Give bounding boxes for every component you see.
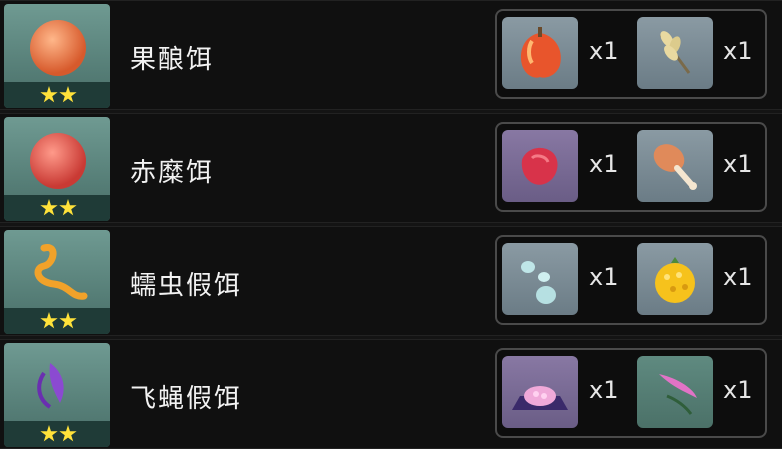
materials-panel: x1 x1	[495, 348, 767, 438]
fly-lure-icon	[37, 363, 64, 409]
pink-feather-icon	[659, 374, 697, 415]
star-icon	[40, 199, 58, 216]
orange-ball-icon	[30, 20, 86, 76]
material-qty: x1	[723, 150, 753, 178]
material-slot[interactable]	[637, 130, 713, 202]
material-qty: x1	[723, 376, 753, 404]
material-qty: x1	[589, 150, 619, 178]
bait-name: 飞蝇假饵	[130, 384, 243, 414]
material-slot[interactable]	[502, 243, 578, 315]
material-slot[interactable]	[637, 243, 713, 315]
star-icon	[40, 312, 58, 329]
worm-icon	[34, 244, 88, 300]
crystal-flower-icon	[512, 386, 568, 410]
star-icon	[59, 312, 77, 329]
material-slot[interactable]	[637, 356, 713, 428]
star-icon	[59, 425, 77, 442]
bait-icon-worm-lure[interactable]	[4, 230, 110, 334]
bait-icon-fruit-paste[interactable]	[4, 4, 110, 108]
bait-name: 蠕虫假饵	[130, 271, 243, 301]
rarity-stars	[40, 199, 77, 217]
materials-panel: x1 x1	[495, 235, 767, 325]
star-icon	[59, 199, 77, 216]
material-qty: x1	[589, 37, 619, 65]
slime-drops-icon	[521, 261, 556, 304]
rarity-stars	[40, 312, 77, 330]
star-icon	[40, 86, 58, 103]
material-slot[interactable]	[637, 17, 713, 89]
bait-row-2[interactable]: 赤糜饵 x1 x1	[0, 113, 782, 223]
material-qty: x1	[723, 37, 753, 65]
material-slot[interactable]	[502, 356, 578, 428]
bait-name: 果酿饵	[130, 45, 215, 75]
bait-row-3[interactable]: 蠕虫假饵 x1 x1	[0, 226, 782, 336]
bait-row-4[interactable]: 飞蝇假饵 x1 x1	[0, 339, 782, 449]
red-ball-icon	[30, 133, 86, 189]
rarity-stars	[40, 425, 77, 443]
apple-icon	[520, 27, 561, 78]
bait-row-1[interactable]: 果酿饵 x1 x1	[0, 0, 782, 110]
material-qty: x1	[589, 376, 619, 404]
raw-meat-icon	[521, 147, 558, 185]
star-icon	[59, 86, 77, 103]
material-slot[interactable]	[502, 17, 578, 89]
material-slot[interactable]	[502, 130, 578, 202]
bait-name: 赤糜饵	[130, 158, 215, 188]
bait-icon-fly-lure[interactable]	[4, 343, 110, 447]
golden-fruit-icon	[655, 257, 695, 303]
material-qty: x1	[589, 263, 619, 291]
materials-panel: x1 x1	[495, 9, 767, 99]
material-qty: x1	[723, 263, 753, 291]
star-icon	[40, 425, 58, 442]
rarity-stars	[40, 86, 77, 104]
bait-icon-redrot[interactable]	[4, 117, 110, 221]
materials-panel: x1 x1	[495, 122, 767, 212]
drumstick-icon	[653, 144, 697, 190]
wheat-icon	[659, 31, 691, 74]
